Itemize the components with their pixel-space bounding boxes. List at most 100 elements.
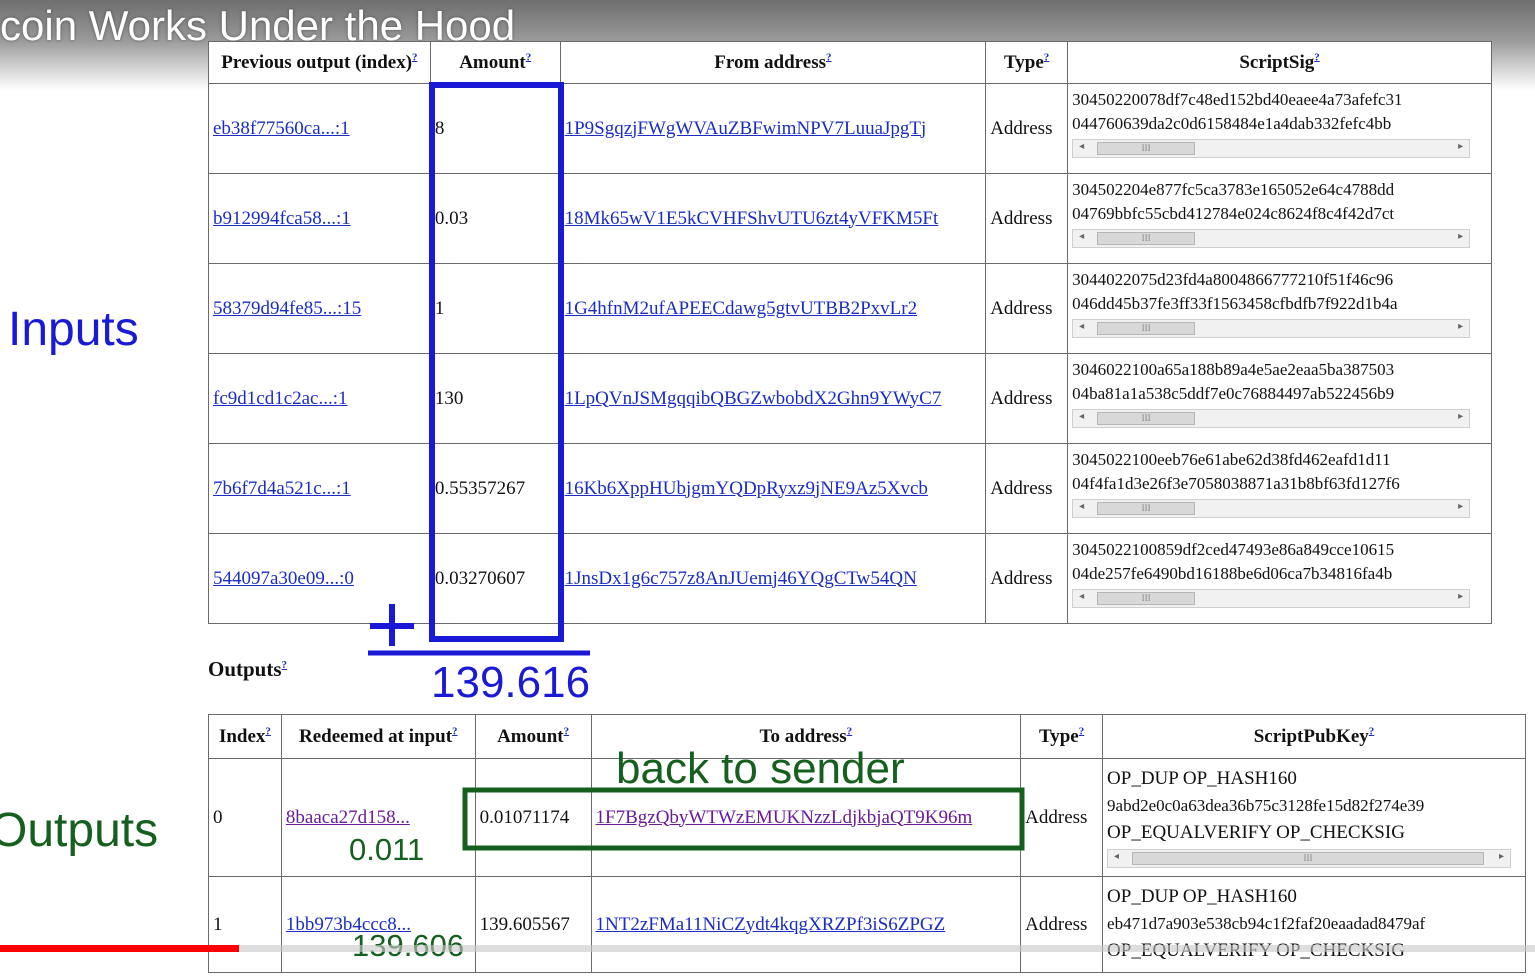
type-cell: Address <box>985 353 1069 444</box>
sum-annotation: 139.616 <box>431 658 591 707</box>
amount-cell: 0.55357267 <box>429 443 561 534</box>
scriptsig-scrollbar[interactable]: ◂ III ▸ <box>1072 499 1471 518</box>
scroll-right-arrow-icon[interactable]: ▸ <box>1458 591 1463 602</box>
scroll-left-arrow-icon[interactable]: ◂ <box>1079 501 1084 512</box>
scroll-thumb[interactable]: III <box>1132 852 1485 865</box>
amount-cell: 139.605567 <box>474 876 592 973</box>
help-link[interactable]: ? <box>452 725 458 737</box>
scroll-right-arrow-icon[interactable]: ▸ <box>1458 141 1463 152</box>
scroll-thumb[interactable]: III <box>1097 502 1196 515</box>
scriptpubkey-line: OP_EQUALVERIFY OP_CHECKSIG <box>1107 822 1405 843</box>
type-cell: Address <box>985 173 1069 264</box>
scroll-right-arrow-icon[interactable]: ▸ <box>1458 411 1463 422</box>
from-address-link[interactable]: 1LpQVnJSMgqqibQBGZwbobdX2Ghn9YWyC7 <box>565 388 942 409</box>
scriptsig-cell: 3045022100859df2ced47493e86a849cce10615 … <box>1067 533 1492 624</box>
scroll-left-arrow-icon[interactable]: ◂ <box>1079 591 1084 602</box>
scriptsig-scrollbar[interactable]: ◂ III ▸ <box>1072 319 1471 338</box>
input-row: 7b6f7d4a521c...:1 0.55357267 16Kb6XppHUb… <box>208 443 1492 534</box>
scriptsig-line: 04769bbfc55cbd412784e024c8624f8c4f42d7ct <box>1072 204 1395 223</box>
prev-output-cell: b912994fca58...:1 <box>208 173 431 264</box>
scroll-thumb[interactable]: III <box>1097 142 1196 155</box>
type-cell: Address <box>985 533 1069 624</box>
help-link[interactable]: ? <box>526 51 532 63</box>
scroll-left-arrow-icon[interactable]: ◂ <box>1079 411 1084 422</box>
from-address-cell: 1G4hfnM2ufAPEECdawg5gtvUTBB2PxvLr2 <box>559 263 987 354</box>
help-link[interactable]: ? <box>1314 51 1320 63</box>
scroll-thumb[interactable]: III <box>1097 592 1196 605</box>
header-redeemed-at-input: Redeemed at input? <box>280 714 476 759</box>
from-address-cell: 16Kb6XppHUbjgmYQDpRyxz9jNE9Az5Xvcb <box>559 443 987 534</box>
help-link[interactable]: ? <box>847 725 853 737</box>
prev-output-cell: 7b6f7d4a521c...:1 <box>208 443 431 534</box>
input-row: 58379d94fe85...:15 1 1G4hfnM2ufAPEECdawg… <box>208 263 1492 354</box>
scriptsig-scrollbar[interactable]: ◂ III ▸ <box>1072 229 1471 248</box>
scroll-right-arrow-icon[interactable]: ▸ <box>1458 501 1463 512</box>
prev-output-link[interactable]: b912994fca58...:1 <box>213 208 351 229</box>
scriptsig-line: 3044022075d23fd4a8004866777210f51f46c96 <box>1072 270 1394 289</box>
prev-output-link[interactable]: 544097a30e09...:0 <box>213 568 354 589</box>
scroll-left-arrow-icon[interactable]: ◂ <box>1114 851 1119 862</box>
prev-output-link[interactable]: fc9d1cd1c2ac...:1 <box>213 388 348 409</box>
scriptpubkey-line: OP_DUP OP_HASH160 <box>1107 768 1297 789</box>
scriptsig-line: 044760639da2c0d6158484e1a4dab332fefc4bb <box>1072 114 1392 133</box>
amount-cell: 0.01071174 <box>474 758 592 877</box>
prev-output-link[interactable]: 58379d94fe85...:15 <box>213 298 361 319</box>
input-row: b912994fca58...:1 0.03 18Mk65wV1E5kCVHFS… <box>208 173 1492 264</box>
help-link[interactable]: ? <box>826 51 832 63</box>
prev-output-cell: 58379d94fe85...:15 <box>208 263 431 354</box>
from-address-link[interactable]: 1P9SgqzjFWgWVAuZBFwimNPV7LuuaJpgTj <box>565 118 927 139</box>
from-address-link[interactable]: 1G4hfnM2ufAPEECdawg5gtvUTBB2PxvLr2 <box>565 298 918 319</box>
header-amount: Amount? <box>429 41 561 84</box>
from-address-link[interactable]: 16Kb6XppHUbjgmYQDpRyxz9jNE9Az5Xvcb <box>565 478 928 499</box>
from-address-cell: 18Mk65wV1E5kCVHFShvUTU6zt4yVFKM5Ft <box>559 173 987 264</box>
from-address-link[interactable]: 18Mk65wV1E5kCVHFShvUTU6zt4yVFKM5Ft <box>565 208 939 229</box>
from-address-link[interactable]: 1JnsDx1g6c757z8AnJUemj46YQgCTw54QN <box>565 568 917 589</box>
scroll-left-arrow-icon[interactable]: ◂ <box>1079 141 1084 152</box>
redeemed-link[interactable]: 8baaca27d158... <box>286 807 410 828</box>
inputs-table: Previous output (index)? Amount? From ad… <box>208 41 1492 624</box>
header-amount: Amount? <box>474 714 592 759</box>
video-progress-fill <box>0 945 240 952</box>
header-index: Index? <box>208 714 282 759</box>
to-address-link[interactable]: 1F7BgzQbyWTWzEMUKNzzLdjkbjaQT9K96m <box>596 807 973 828</box>
scroll-left-arrow-icon[interactable]: ◂ <box>1079 231 1084 242</box>
scriptsig-cell: 30450220078df7c48ed152bd40eaee4a73afefc3… <box>1067 83 1492 174</box>
scriptpubkey-cell: OP_DUP OP_HASH160 9abd2e0c0a63dea36b75c3… <box>1102 758 1526 877</box>
scriptsig-scrollbar[interactable]: ◂ III ▸ <box>1072 139 1471 158</box>
scroll-thumb[interactable]: III <box>1097 232 1196 245</box>
type-cell: Address <box>985 83 1069 174</box>
input-row: eb38f77560ca...:1 8 1P9SgqzjFWgWVAuZBFwi… <box>208 83 1492 174</box>
scriptsig-cell: 3046022100a65a188b89a4e5ae2eaa5ba387503 … <box>1067 353 1492 444</box>
scroll-thumb[interactable]: III <box>1097 412 1196 425</box>
scroll-right-arrow-icon[interactable]: ▸ <box>1499 851 1504 862</box>
prev-output-link[interactable]: eb38f77560ca...:1 <box>213 118 350 139</box>
to-address-link[interactable]: 1NT2zFMa11NiCZydt4kqgXRZPf3iS6ZPGZ <box>596 914 946 935</box>
scroll-right-arrow-icon[interactable]: ▸ <box>1458 231 1463 242</box>
header-previous-output: Previous output (index)? <box>208 41 431 84</box>
scroll-left-arrow-icon[interactable]: ◂ <box>1079 321 1084 332</box>
help-link[interactable]: ? <box>282 659 288 671</box>
input-row: 544097a30e09...:0 0.03270607 1JnsDx1g6c7… <box>208 533 1492 624</box>
help-link[interactable]: ? <box>564 725 570 737</box>
help-link[interactable]: ? <box>1079 725 1085 737</box>
help-link[interactable]: ? <box>1044 51 1050 63</box>
index-cell: 0 <box>208 758 282 877</box>
scroll-thumb[interactable]: III <box>1097 322 1196 335</box>
header-from-address: From address? <box>559 41 987 84</box>
scriptsig-line: 04ba81a1a538c5ddf7e0c76884497ab522456b9 <box>1072 384 1395 403</box>
scriptsig-scrollbar[interactable]: ◂ III ▸ <box>1072 589 1471 608</box>
outputs-label: Outputs <box>0 804 159 857</box>
help-link[interactable]: ? <box>265 725 271 737</box>
scroll-right-arrow-icon[interactable]: ▸ <box>1458 321 1463 332</box>
amount-cell: 130 <box>429 353 561 444</box>
help-link[interactable]: ? <box>1369 725 1375 737</box>
inputs-header-row: Previous output (index)? Amount? From ad… <box>208 41 1492 84</box>
scriptpubkey-scrollbar[interactable]: ◂ III ▸ <box>1107 849 1512 868</box>
inputs-label: Inputs <box>8 303 139 356</box>
video-progress-bar[interactable] <box>0 945 1535 952</box>
help-link[interactable]: ? <box>412 51 418 63</box>
prev-output-link[interactable]: 7b6f7d4a521c...:1 <box>213 478 351 499</box>
header-type: Type? <box>1020 714 1104 759</box>
scriptsig-scrollbar[interactable]: ◂ III ▸ <box>1072 409 1471 428</box>
input-row: fc9d1cd1c2ac...:1 130 1LpQVnJSMgqqibQBGZ… <box>208 353 1492 444</box>
